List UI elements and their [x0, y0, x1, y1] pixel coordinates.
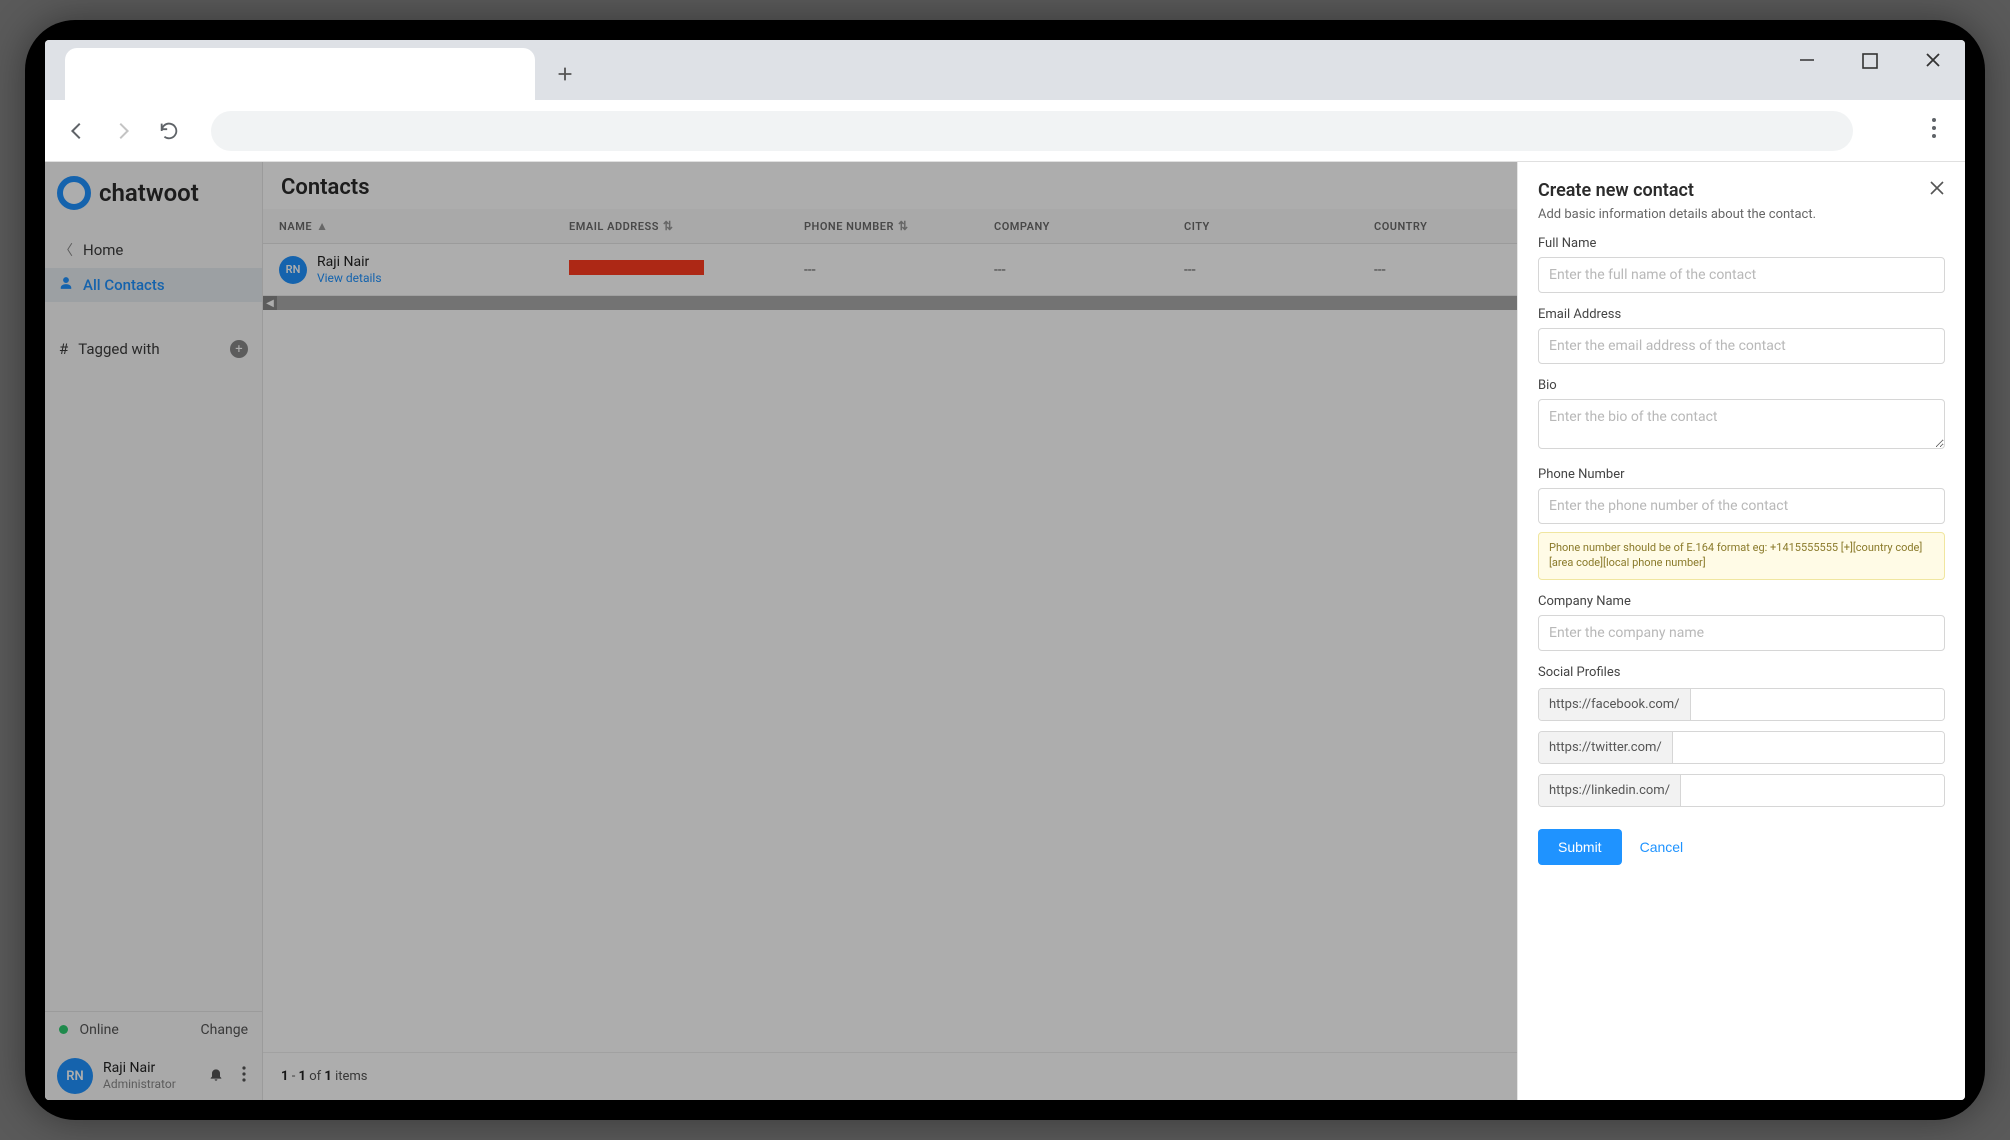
- social-linkedin: https://linkedin.com/: [1538, 774, 1945, 807]
- maximize-icon: [1861, 52, 1879, 70]
- full-name-input[interactable]: [1538, 257, 1945, 293]
- browser-toolbar: [45, 100, 1965, 162]
- label-company: Company Name: [1538, 594, 1945, 609]
- close-icon: [1923, 50, 1943, 70]
- cancel-button[interactable]: Cancel: [1640, 839, 1684, 855]
- plus-icon: [554, 63, 576, 85]
- phone-input[interactable]: [1538, 488, 1945, 524]
- phone-hint: Phone number should be of E.164 format e…: [1538, 532, 1945, 580]
- reload-icon: [158, 120, 180, 142]
- panel-actions: Submit Cancel: [1538, 829, 1945, 865]
- submit-button[interactable]: Submit: [1538, 829, 1622, 865]
- social-twitter: https://twitter.com/: [1538, 731, 1945, 764]
- arrow-left-icon: [66, 120, 88, 142]
- email-input[interactable]: [1538, 328, 1945, 364]
- screen: chatwoot 〈 Home All Contacts: [45, 40, 1965, 1100]
- browser-tab-strip: [45, 40, 1965, 100]
- label-bio: Bio: [1538, 378, 1945, 393]
- app-area: chatwoot 〈 Home All Contacts: [45, 162, 1965, 1100]
- forward-button[interactable]: [109, 117, 137, 145]
- minimize-icon: [1797, 50, 1817, 70]
- linkedin-prefix: https://linkedin.com/: [1539, 775, 1681, 806]
- facebook-prefix: https://facebook.com/: [1539, 689, 1691, 720]
- close-window-button[interactable]: [1923, 50, 1943, 76]
- twitter-input[interactable]: [1673, 732, 1944, 763]
- new-tab-button[interactable]: [545, 54, 585, 94]
- window-controls: [1797, 50, 1943, 76]
- panel-subtitle: Add basic information details about the …: [1538, 207, 1945, 222]
- linkedin-input[interactable]: [1681, 775, 1944, 806]
- panel-close-button[interactable]: [1929, 180, 1945, 200]
- url-field[interactable]: [211, 111, 1853, 151]
- minimize-button[interactable]: [1797, 50, 1817, 76]
- device-frame: chatwoot 〈 Home All Contacts: [25, 20, 1985, 1120]
- browser-menu-button[interactable]: [1931, 117, 1937, 145]
- facebook-input[interactable]: [1691, 689, 1944, 720]
- label-phone: Phone Number: [1538, 467, 1945, 482]
- maximize-button[interactable]: [1861, 51, 1879, 76]
- label-full-name: Full Name: [1538, 236, 1945, 251]
- close-icon: [1929, 180, 1945, 196]
- company-input[interactable]: [1538, 615, 1945, 651]
- browser-tab[interactable]: [65, 48, 535, 100]
- social-facebook: https://facebook.com/: [1538, 688, 1945, 721]
- twitter-prefix: https://twitter.com/: [1539, 732, 1673, 763]
- bio-input[interactable]: [1538, 399, 1945, 449]
- arrow-right-icon: [112, 120, 134, 142]
- back-button[interactable]: [63, 117, 91, 145]
- create-contact-panel: Create new contact Add basic information…: [1517, 162, 1965, 1100]
- panel-title: Create new contact: [1538, 180, 1694, 201]
- label-social: Social Profiles: [1538, 665, 1945, 680]
- label-email: Email Address: [1538, 307, 1945, 322]
- kebab-icon: [1931, 117, 1937, 139]
- reload-button[interactable]: [155, 117, 183, 145]
